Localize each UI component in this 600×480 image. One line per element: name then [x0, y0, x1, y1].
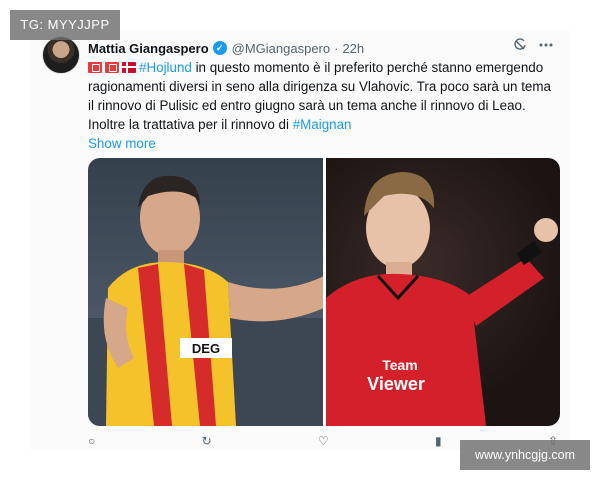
show-more-link[interactable]: Show more — [88, 136, 156, 151]
denmark-flag-icon — [122, 62, 136, 73]
hashtag-link[interactable]: #Hojlund — [139, 60, 192, 75]
tweet-card: Mattia Giangaspero ✓ @MGiangaspero · 22h… — [30, 30, 570, 450]
like-icon[interactable]: ♡ — [318, 434, 329, 450]
hashtag-link[interactable]: #Maignan — [293, 117, 352, 132]
handle[interactable]: @MGiangaspero — [232, 41, 330, 56]
flag-icon — [88, 62, 102, 73]
sponsor-line-2: Viewer — [367, 374, 425, 394]
header-actions — [512, 38, 554, 55]
timestamp[interactable]: 22h — [342, 41, 364, 56]
sponsor-text-left: DEG — [192, 341, 220, 356]
sponsor-line-1: Team — [382, 357, 418, 373]
tweet-header: Mattia Giangaspero ✓ @MGiangaspero · 22h — [88, 38, 558, 58]
repost-icon[interactable]: ↻ — [202, 434, 212, 450]
avatar[interactable] — [42, 36, 80, 74]
player-photo-left[interactable]: DEG — [88, 158, 323, 426]
grok-icon[interactable] — [512, 38, 528, 55]
flag-icon — [105, 62, 119, 73]
tweet-media[interactable]: DEG Team Viewer — [88, 158, 560, 426]
more-options-icon[interactable] — [538, 38, 554, 55]
watermark-tag: TG: MYYJJPP — [10, 10, 120, 40]
tweet-text: #Hojlund in questo momento è il preferit… — [88, 58, 558, 153]
verified-badge-icon: ✓ — [212, 41, 227, 55]
views-icon[interactable]: ▮ — [435, 434, 442, 450]
player-photo-right[interactable]: Team Viewer — [325, 158, 560, 426]
display-name[interactable]: Mattia Giangaspero — [88, 41, 209, 56]
reply-icon[interactable]: ○ — [88, 434, 95, 450]
watermark-url: www.ynhcgjg.com — [460, 440, 590, 470]
separator: · — [334, 40, 339, 56]
